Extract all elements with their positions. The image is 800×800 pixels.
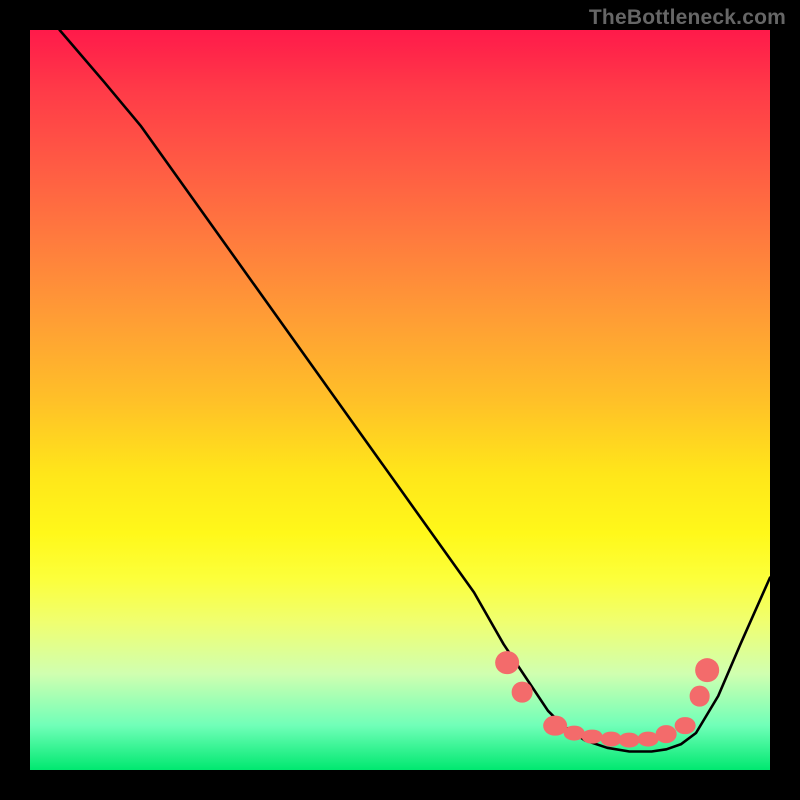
chart-marker [512,682,533,703]
chart-frame [30,30,770,770]
watermark-text: TheBottleneck.com [589,6,786,30]
chart-marker [689,686,710,707]
chart-marker [495,651,519,675]
chart-marker [695,658,719,682]
chart-marker [675,717,696,735]
chart-marker [619,733,640,748]
chart-marker [564,726,585,741]
chart-markers [30,30,770,770]
chart-plot-area [30,30,770,770]
chart-marker [582,729,603,744]
chart-marker [656,726,677,744]
